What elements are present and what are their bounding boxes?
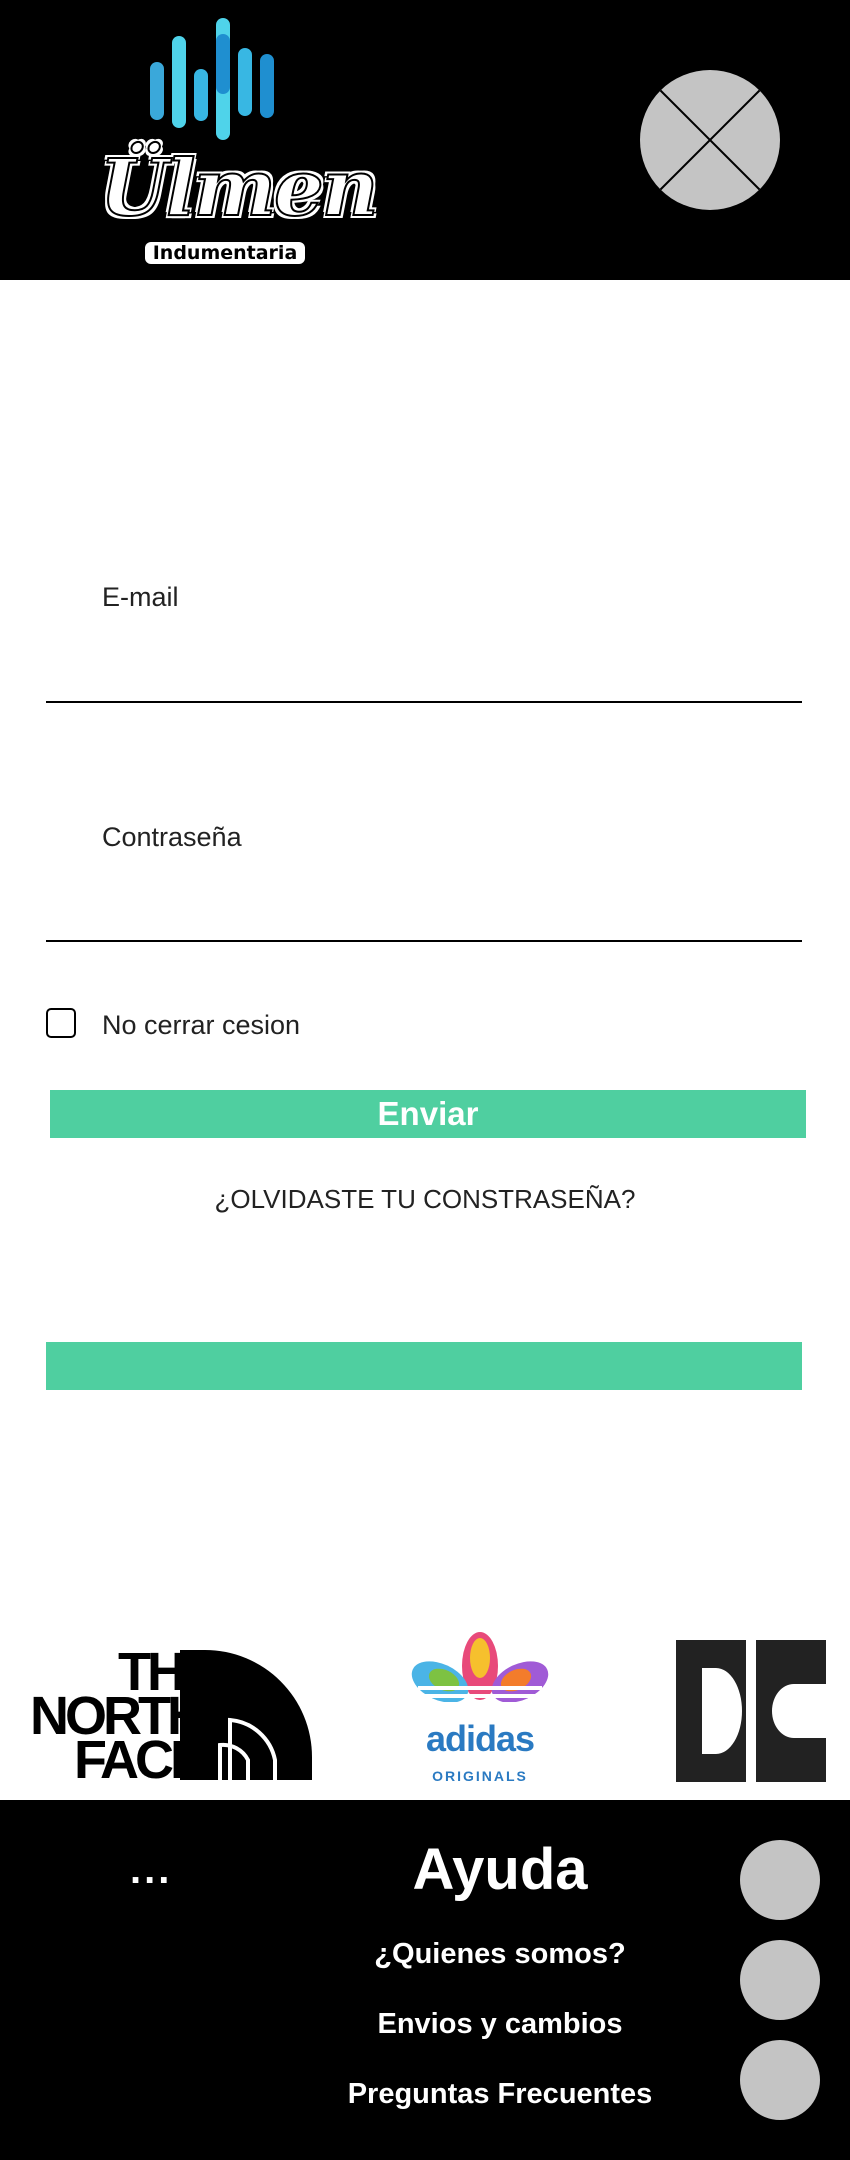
brand-subtitle: Indumentaria	[145, 242, 305, 264]
submit-button[interactable]: Enviar	[50, 1090, 806, 1138]
sound-bars-logo-icon	[150, 18, 274, 140]
site-footer: ... Ayuda ¿Quienes somos? Envios y cambi…	[0, 1800, 850, 2160]
site-header: Ülmen Indumentaria	[0, 0, 850, 280]
tnf-line-3: FACE	[74, 1730, 206, 1790]
email-label: E-mail	[102, 582, 179, 612]
remember-checkbox[interactable]	[46, 1008, 76, 1038]
password-label: Contraseña	[102, 822, 242, 852]
close-button[interactable]	[640, 70, 780, 210]
email-field[interactable]	[46, 656, 802, 700]
remember-label: No cerrar cesion	[102, 1010, 301, 1040]
social-placeholder-icon[interactable]	[740, 1840, 820, 1920]
password-underline	[46, 940, 802, 942]
footer-link-faq[interactable]: Preguntas Frecuentes	[300, 2078, 700, 2111]
the-north-face-logo[interactable]: THE NORTH FACE	[30, 1645, 312, 1790]
brand-logos-strip: THE NORTH FACE adidas ORIGINALS	[0, 1620, 850, 1800]
social-placeholder-icon[interactable]	[740, 1940, 820, 2020]
dc-shoes-logo[interactable]	[676, 1640, 826, 1782]
dc-logo-icon	[676, 1640, 826, 1782]
adidas-trefoil-icon	[411, 1632, 549, 1706]
footer-title: Ayuda	[412, 1837, 588, 1902]
adidas-wordmark: adidas	[425, 1718, 535, 1759]
brand-name: Ülmen	[99, 143, 380, 234]
footer-link-shipping[interactable]: Envios y cambios	[300, 2008, 700, 2041]
password-field[interactable]	[46, 894, 802, 938]
brand-logo[interactable]: Ülmen Indumentaria	[99, 10, 380, 270]
email-underline	[46, 701, 802, 703]
adidas-originals-text: ORIGINALS	[432, 1768, 528, 1784]
forgot-password-link[interactable]: ¿OLVIDASTE TU CONSTRASEÑA?	[0, 1184, 850, 1215]
footer-link-about[interactable]: ¿Quienes somos?	[300, 1938, 700, 1971]
more-options-button[interactable]: ...	[130, 1850, 190, 1890]
social-placeholder-icon[interactable]	[740, 2040, 820, 2120]
adidas-originals-logo[interactable]: adidas ORIGINALS	[380, 1630, 580, 1790]
close-x-icon	[659, 89, 761, 191]
secondary-action-button[interactable]	[46, 1342, 802, 1390]
